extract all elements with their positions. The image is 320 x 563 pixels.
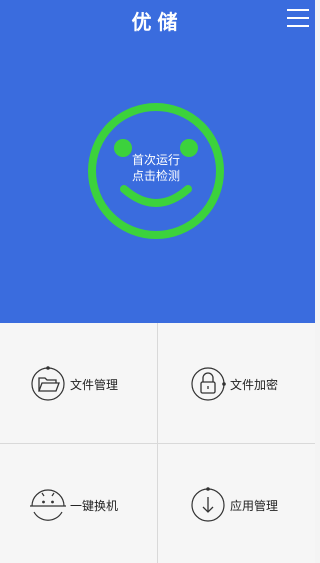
menu-button[interactable]: [287, 9, 309, 27]
hamburger-menu-icon: [287, 9, 309, 27]
scan-line-2: 点击检测: [131, 169, 180, 183]
app-screen: 优储 首次运行 点击检测 文件管理 文件加密 一键换机 应用管理: [0, 0, 315, 563]
file-manager-label: 文件管理: [70, 377, 119, 392]
app-manager-label: 应用管理: [230, 498, 279, 513]
header-panel: 优储 首次运行 点击检测: [0, 0, 315, 323]
android-icon: [30, 489, 66, 521]
scan-line-1: 首次运行: [131, 153, 180, 167]
file-manager-button[interactable]: 文件管理: [0, 323, 157, 443]
folder-icon: [31, 366, 65, 401]
app-title: 优储: [131, 10, 184, 34]
scan-text: 首次运行 点击检测: [86, 152, 226, 184]
app-manager-button[interactable]: 应用管理: [158, 444, 315, 563]
tools-grid: 文件管理 文件加密 一键换机 应用管理: [0, 323, 315, 563]
scan-button[interactable]: 首次运行 点击检测: [86, 101, 226, 241]
phone-transfer-button[interactable]: 一键换机: [0, 444, 157, 563]
download-arrow-icon: [191, 487, 225, 522]
file-encrypt-label: 文件加密: [230, 377, 279, 392]
lock-icon: [191, 367, 226, 401]
file-encrypt-button[interactable]: 文件加密: [158, 323, 315, 443]
phone-transfer-label: 一键换机: [70, 498, 119, 513]
